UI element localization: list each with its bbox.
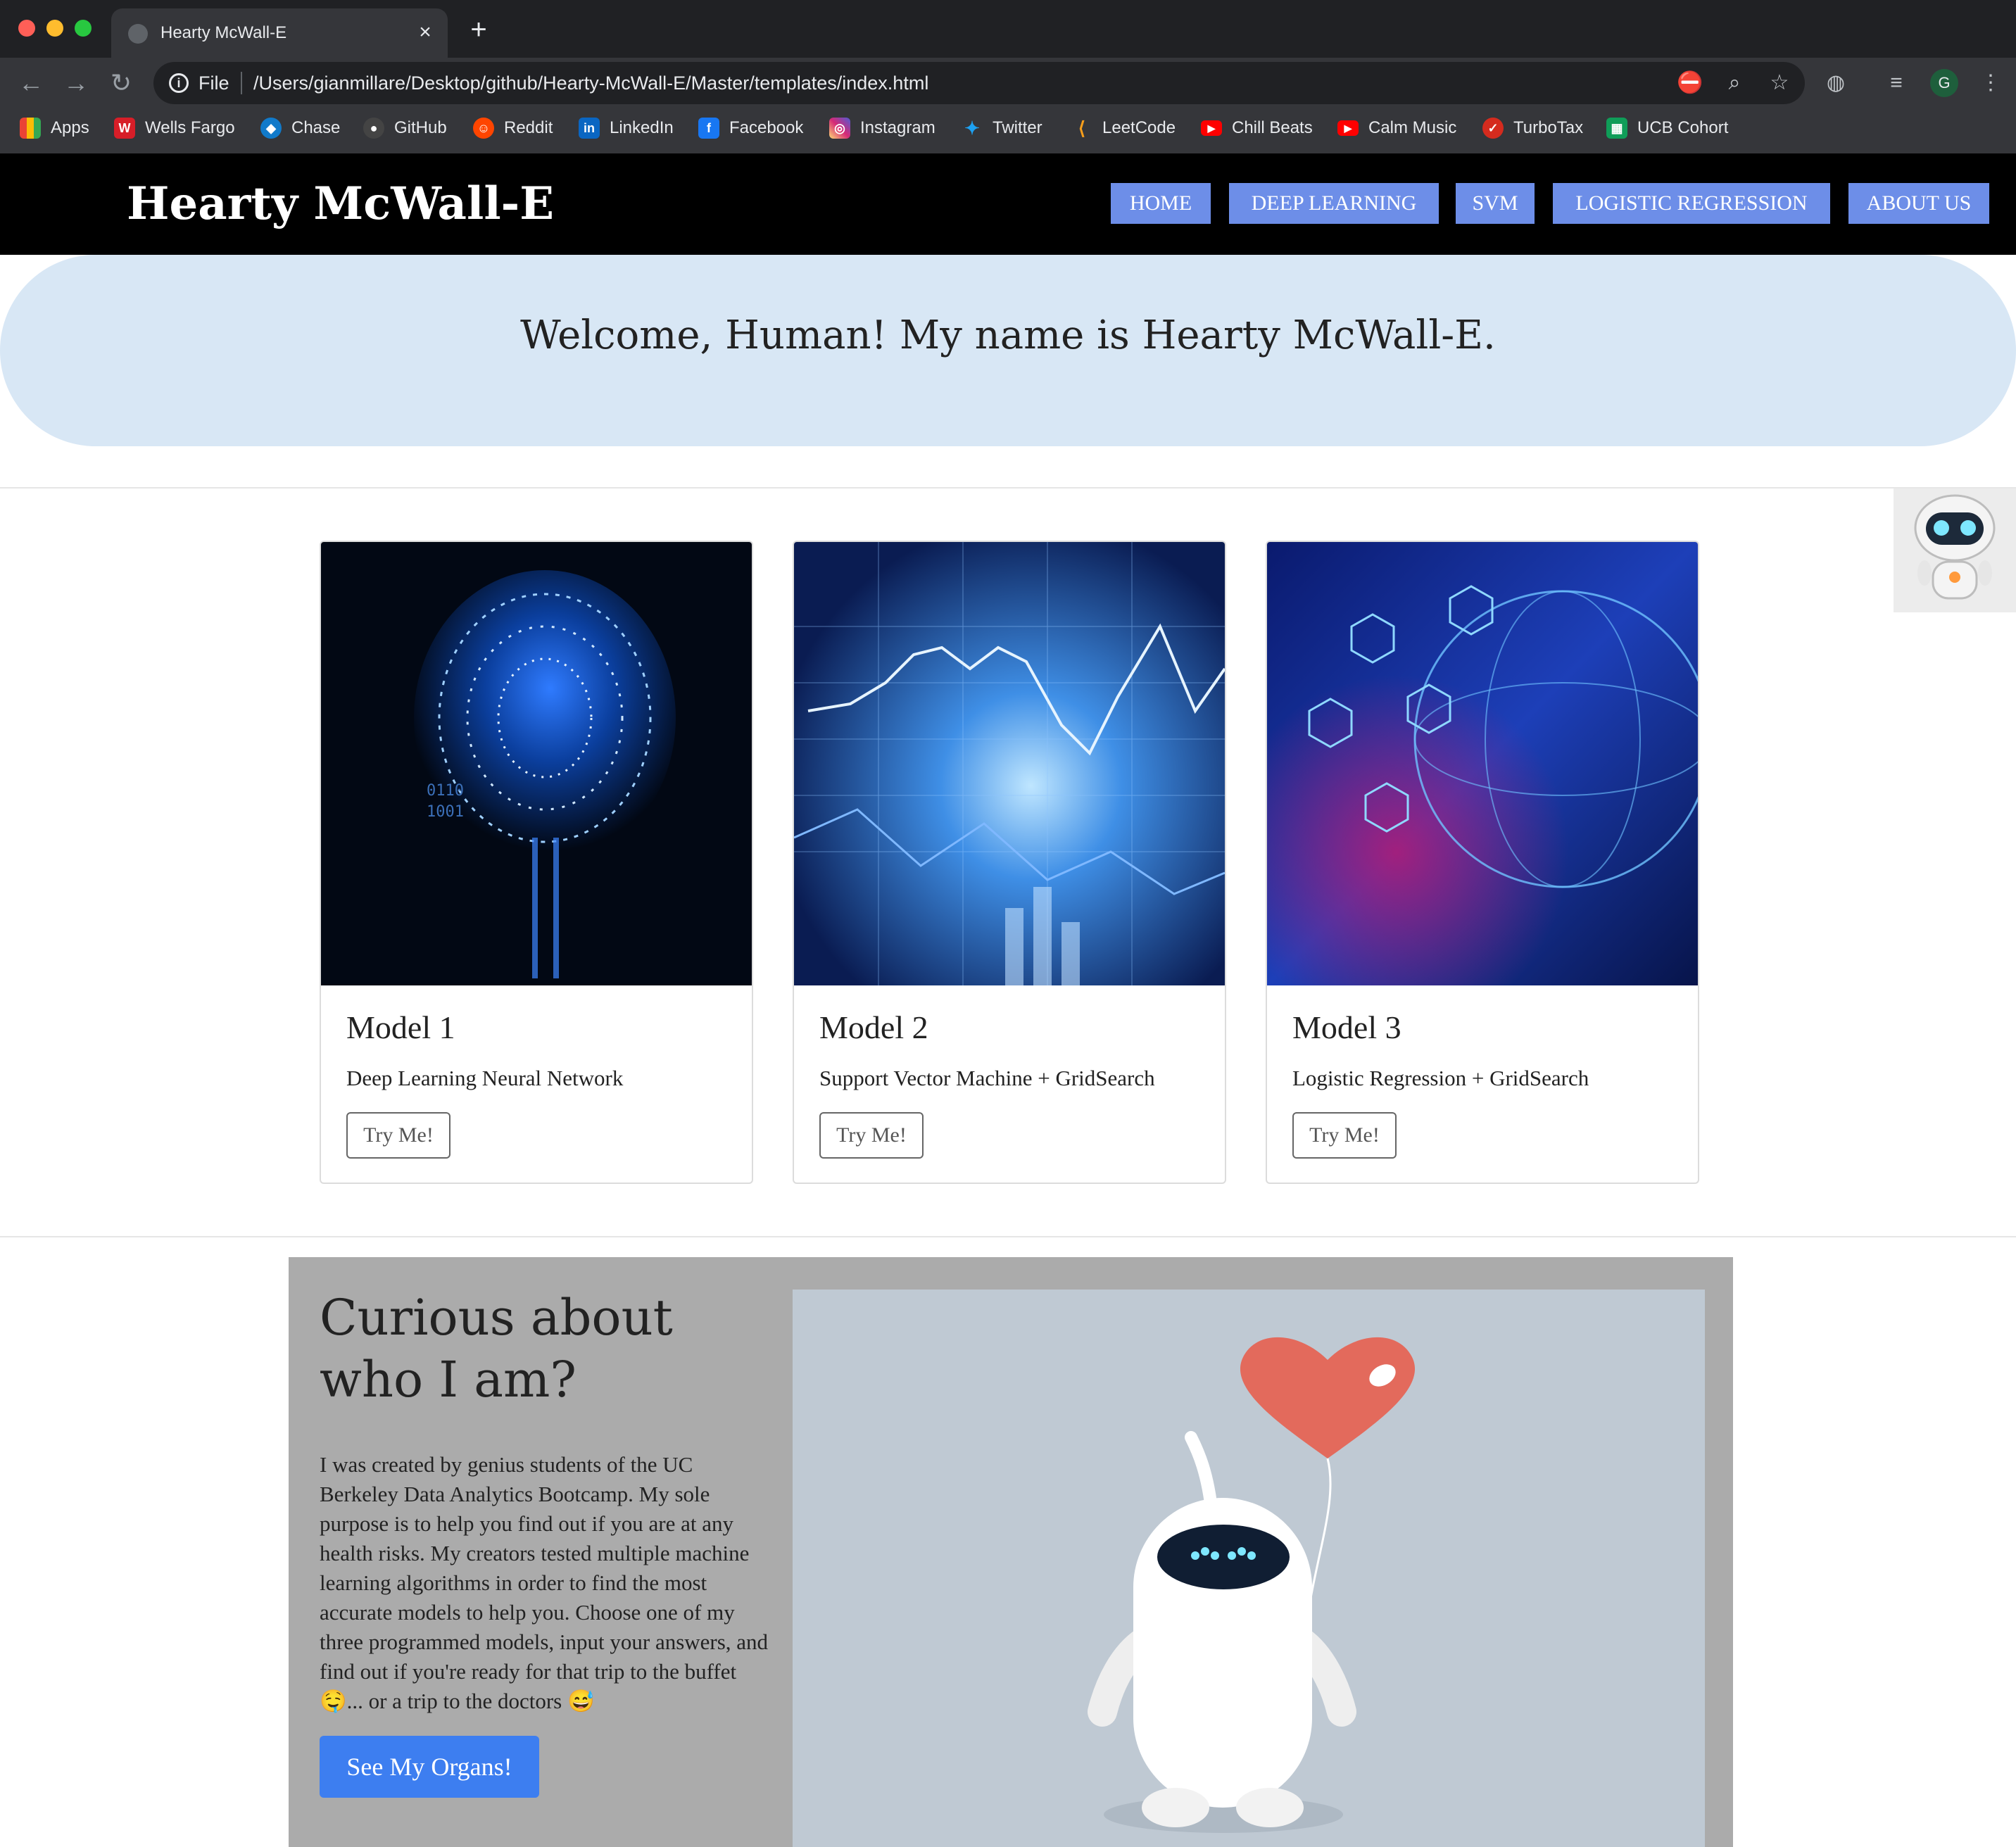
hero-banner: Welcome, Human! My name is Hearty McWall… xyxy=(0,255,2016,446)
kebab-menu-icon[interactable]: ⋮ xyxy=(1975,68,2006,99)
close-tab-icon[interactable]: × xyxy=(412,20,438,45)
bookmark-leetcode[interactable]: ⟨ LeetCode xyxy=(1071,115,1176,141)
try-me-button[interactable]: Try Me! xyxy=(1292,1112,1397,1159)
about-text: I was created by genius students of the … xyxy=(320,1452,769,1713)
bookmark-ucb-cohort[interactable]: ▦ UCB Cohort xyxy=(1606,115,1728,141)
nav-deep-learning[interactable]: DEEP LEARNING xyxy=(1229,183,1439,224)
zoom-window-button[interactable] xyxy=(75,20,92,37)
back-arrow-icon[interactable]: ← xyxy=(14,66,48,100)
turbotax-icon: ✓ xyxy=(1482,118,1504,139)
see-my-organs-button[interactable]: See My Organs! xyxy=(320,1736,539,1798)
minimize-window-button[interactable] xyxy=(46,20,63,37)
forward-arrow-icon[interactable]: → xyxy=(59,66,93,100)
close-window-button[interactable] xyxy=(18,20,35,37)
info-icon[interactable]: i xyxy=(169,73,189,93)
robot-avatar-icon xyxy=(1914,494,1996,600)
bookmark-reddit[interactable]: ☺ Reddit xyxy=(473,115,553,141)
star-bookmark-icon[interactable]: ☆ xyxy=(1767,70,1792,96)
model-title: Model 1 xyxy=(346,1009,455,1045)
model-description: Logistic Regression + GridSearch xyxy=(1292,1066,1589,1090)
try-me-button[interactable]: Try Me! xyxy=(346,1112,451,1159)
section-divider xyxy=(0,1236,2016,1237)
site-header: Hearty McWall-E HOME DEEP LEARNING SVM L… xyxy=(0,153,2016,255)
browser-toolbar: ← → ↻ i File /Users/gianmillare/Desktop/… xyxy=(0,58,2016,163)
model-card-3: Model 3 Logistic Regression + GridSearch… xyxy=(1266,541,1699,1184)
chatbot-widget[interactable] xyxy=(1894,488,2016,612)
url-text[interactable]: /Users/gianmillare/Desktop/github/Hearty… xyxy=(253,70,928,96)
zoom-icon[interactable]: ⌕ xyxy=(1722,70,1747,96)
circuit-brain-image: 0110 1001 xyxy=(321,542,752,985)
browser-tab[interactable]: Hearty McWall-E × xyxy=(111,8,448,58)
profile-avatar[interactable]: G xyxy=(1930,69,1958,97)
bookmark-chill-beats[interactable]: ▶ Chill Beats xyxy=(1201,115,1313,141)
bookmark-facebook[interactable]: f Facebook xyxy=(698,115,803,141)
github-icon: ● xyxy=(363,118,384,139)
bookmark-twitter[interactable]: ✦ Twitter xyxy=(962,115,1042,141)
digital-globe-image xyxy=(1267,542,1698,985)
bookmark-instagram[interactable]: ◎ Instagram xyxy=(829,115,935,141)
address-bar[interactable]: i File /Users/gianmillare/Desktop/github… xyxy=(153,62,1805,104)
nav-about-us[interactable]: ABOUT US xyxy=(1848,183,1989,224)
bookmarks-bar: Apps W Wells Fargo ◆ Chase ● GitHub ☺ Re… xyxy=(0,110,2016,146)
site-brand[interactable]: Hearty McWall-E xyxy=(127,176,554,232)
nav-logistic-regression[interactable]: LOGISTIC REGRESSION xyxy=(1553,183,1830,224)
model-title: Model 3 xyxy=(1292,1009,1401,1045)
bookmark-apps[interactable]: Apps xyxy=(20,115,89,141)
extension-icon[interactable]: ◍ xyxy=(1820,68,1851,99)
apps-grid-icon xyxy=(20,118,41,139)
wells-fargo-icon: W xyxy=(114,118,135,139)
linkedin-icon: in xyxy=(579,118,600,139)
model-description: Support Vector Machine + GridSearch xyxy=(819,1066,1155,1090)
globe-icon xyxy=(128,24,148,44)
nav-home[interactable]: HOME xyxy=(1111,183,1211,224)
bookmark-turbotax[interactable]: ✓ TurboTax xyxy=(1482,115,1583,141)
svg-text:0110: 0110 xyxy=(427,782,464,800)
facebook-icon: f xyxy=(698,118,719,139)
model-title: Model 2 xyxy=(819,1009,928,1045)
bookmark-linkedin[interactable]: in LinkedIn xyxy=(579,115,674,141)
bookmark-github[interactable]: ● GitHub xyxy=(363,115,447,141)
bookmark-wells-fargo[interactable]: W Wells Fargo xyxy=(114,115,235,141)
tab-title: Hearty McWall-E xyxy=(160,23,287,42)
try-me-button[interactable]: Try Me! xyxy=(819,1112,924,1159)
address-divider xyxy=(241,72,242,94)
model-card-1: 0110 1001 Model 1 Deep Learning Neural N… xyxy=(320,541,753,1184)
svg-text:1001: 1001 xyxy=(427,803,464,821)
model-description: Deep Learning Neural Network xyxy=(346,1066,624,1090)
bookmark-chase[interactable]: ◆ Chase xyxy=(260,115,340,141)
new-tab-icon[interactable]: + xyxy=(465,15,493,44)
section-divider xyxy=(0,487,2016,488)
browser-titlebar: Hearty McWall-E × + xyxy=(0,0,2016,58)
model-card-2: Model 2 Support Vector Machine + GridSea… xyxy=(793,541,1226,1184)
blocked-extension-icon[interactable]: ⛔ xyxy=(1677,70,1703,96)
scheme-label: File xyxy=(199,73,229,94)
google-sheets-icon: ▦ xyxy=(1606,118,1627,139)
nav-svm[interactable]: SVM xyxy=(1456,183,1535,224)
bookmark-calm-music[interactable]: ▶ Calm Music xyxy=(1337,115,1456,141)
leetcode-icon: ⟨ xyxy=(1078,118,1086,139)
chase-icon: ◆ xyxy=(260,118,282,139)
twitter-icon: ✦ xyxy=(964,118,980,139)
about-section: Curious about who I am? I was created by… xyxy=(289,1257,1733,1847)
media-queue-icon[interactable]: ≡ xyxy=(1881,68,1912,99)
hero-title: Welcome, Human! My name is Hearty McWall… xyxy=(520,313,1496,358)
reddit-icon: ☺ xyxy=(473,118,494,139)
reload-icon[interactable]: ↻ xyxy=(104,66,138,100)
youtube-icon: ▶ xyxy=(1201,120,1222,136)
instagram-icon: ◎ xyxy=(829,118,850,139)
financial-chart-image xyxy=(794,542,1225,985)
youtube-icon: ▶ xyxy=(1337,120,1359,136)
about-title: Curious about who I am? xyxy=(320,1289,673,1408)
robot-with-heart-balloon-image xyxy=(793,1290,1705,1847)
